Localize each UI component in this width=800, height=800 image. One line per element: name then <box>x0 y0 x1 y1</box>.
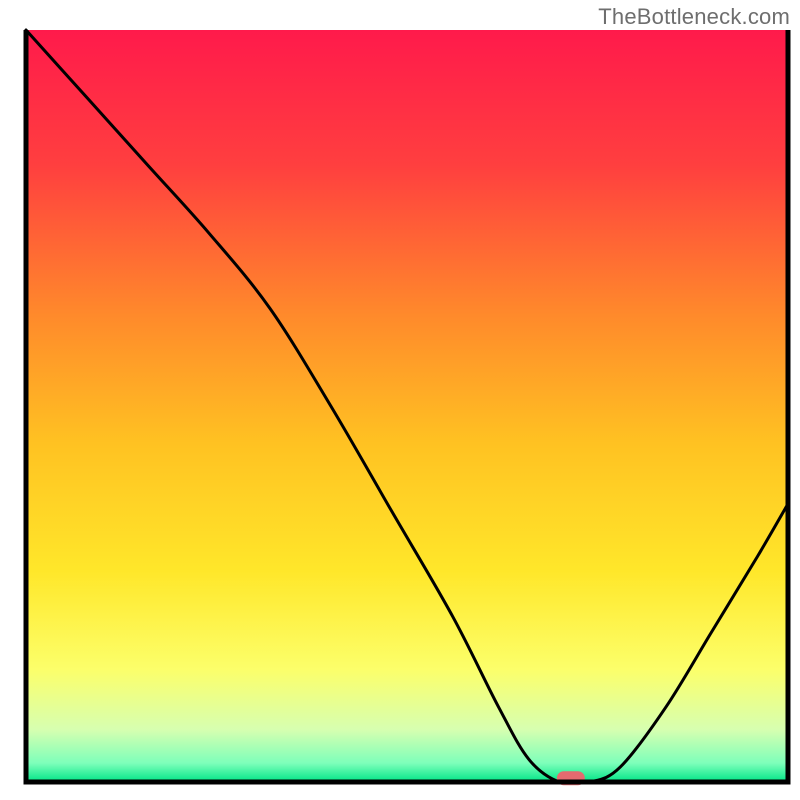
chart-canvas <box>0 0 800 800</box>
bottleneck-chart: TheBottleneck.com <box>0 0 800 800</box>
watermark-text: TheBottleneck.com <box>598 4 790 30</box>
plot-background <box>26 30 788 782</box>
